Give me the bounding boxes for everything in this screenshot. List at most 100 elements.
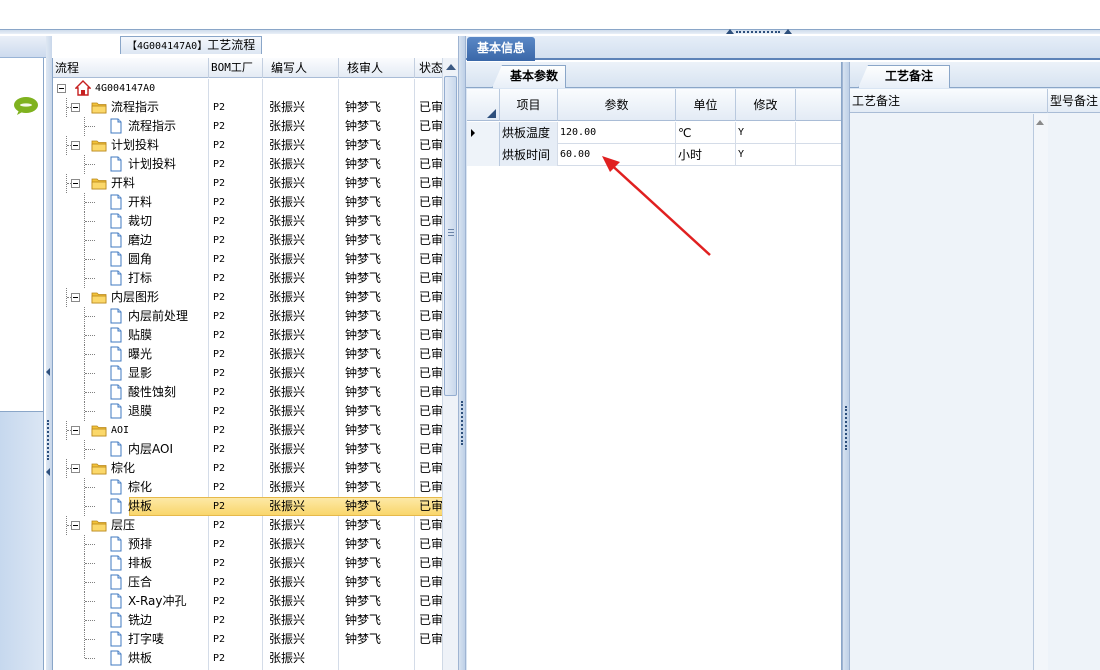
collapse-node-icon[interactable] — [71, 464, 80, 473]
tree-row[interactable]: 流程指示 P2 张振兴 钟梦飞 已审 — [53, 98, 442, 117]
param-modify-cell[interactable]: Y — [736, 122, 796, 144]
tree-row[interactable]: 压合 P2 张振兴 钟梦飞 已审 — [53, 573, 442, 592]
status-cell — [419, 649, 442, 668]
param-value-cell[interactable]: 60.00 — [558, 144, 676, 166]
process-tree-grid: 流程 BOM工厂 编写人 核审人 状态 4G004147A0 流程指示 P2 张振兴钟… — [52, 58, 442, 670]
tree-row[interactable]: 铣边 P2 张振兴 钟梦飞 已审 — [53, 611, 442, 630]
tree-row[interactable]: 层压 P2 张振兴 钟梦飞 已审 — [53, 516, 442, 535]
select-all-corner[interactable] — [467, 89, 500, 121]
middle-splitter[interactable] — [458, 36, 466, 670]
collapse-node-icon[interactable] — [71, 179, 80, 188]
scroll-thumb[interactable] — [444, 76, 457, 396]
param-value-cell[interactable]: 120.00 — [558, 122, 676, 144]
status-cell: 已审 — [419, 347, 442, 361]
collapse-node-icon[interactable] — [71, 426, 80, 435]
remark-scrollbar[interactable] — [1034, 114, 1048, 670]
writer-cell: 张振兴 — [269, 404, 306, 418]
tab-basic-info[interactable]: 基本信息 — [467, 37, 535, 61]
writer-cell: 张振兴 — [269, 575, 306, 589]
tree-row[interactable]: 内层图形 P2 张振兴 钟梦飞 已审 — [53, 288, 442, 307]
column-header-modify[interactable]: 修改 — [736, 89, 796, 121]
remark-grid: 工艺备注 型号备注 — [850, 89, 1100, 670]
tree-row[interactable]: 排板 P2 张振兴 钟梦飞 已审 — [53, 554, 442, 573]
tree-row[interactable]: 预排 P2 张振兴 钟梦飞 已审 — [53, 535, 442, 554]
tree-row[interactable]: 计划投料 P2 张振兴 钟梦飞 已审 — [53, 136, 442, 155]
writer-cell: 张振兴 — [269, 423, 306, 437]
tree-row[interactable]: 开料 P2 张振兴 钟梦飞 已审 — [53, 174, 442, 193]
tab-process-remark[interactable]: 工艺备注 — [858, 65, 950, 88]
current-row-indicator-icon[interactable] — [467, 122, 500, 144]
param-unit-cell[interactable]: 小时 — [676, 144, 736, 166]
status-cell: 已审 — [419, 575, 442, 589]
tree-row[interactable]: 内层前处理 P2 张振兴 钟梦飞 已审 — [53, 307, 442, 326]
writer-cell: 张振兴 — [269, 290, 306, 304]
param-item-cell[interactable]: 烘板温度 — [500, 122, 558, 144]
tree-row[interactable]: 烘板 P2 张振兴 — [53, 649, 442, 668]
column-header-value[interactable]: 参数 — [558, 89, 676, 121]
params-tabbar: 基本参数 — [466, 62, 842, 88]
tree-row[interactable]: 裁切 P2 张振兴 钟梦飞 已审 — [53, 212, 442, 231]
scroll-up-icon[interactable] — [1036, 120, 1044, 125]
grip-icon — [448, 229, 454, 236]
param-modify-cell[interactable]: Y — [736, 144, 796, 166]
status-cell: 已审 — [419, 613, 442, 627]
tree-node-label: 开料 — [111, 176, 136, 190]
param-unit-cell[interactable]: ℃ — [676, 122, 736, 144]
tree-row[interactable]: 打字唛 P2 张振兴 钟梦飞 已审 — [53, 630, 442, 649]
tree-row[interactable]: 内层AOI P2 张振兴 钟梦飞 已审 — [53, 440, 442, 459]
column-header-model-remark[interactable]: 型号备注 — [1048, 89, 1100, 113]
params-row[interactable]: 烘板温度 120.00 ℃ Y — [467, 122, 841, 144]
tree-row[interactable]: 烘板 P2 张振兴 钟梦飞 已审 — [53, 497, 442, 516]
column-header-reviewer[interactable]: 核审人 — [339, 58, 415, 78]
params-row[interactable]: 烘板时间 60.00 小时 Y — [467, 144, 841, 166]
top-area — [0, 0, 1100, 30]
chat-bubble-icon[interactable] — [13, 96, 39, 116]
tree-scrollbar[interactable] — [442, 58, 458, 670]
collapse-up-icon[interactable] — [726, 29, 734, 34]
scroll-up-icon[interactable] — [446, 64, 456, 70]
tree-row[interactable]: 流程指示 P2 张振兴 钟梦飞 已审 — [53, 117, 442, 136]
collapse-node-icon[interactable] — [71, 293, 80, 302]
collapse-node-icon[interactable] — [71, 141, 80, 150]
tree-row[interactable]: AOI P2 张振兴 钟梦飞 已审 — [53, 421, 442, 440]
tree-row[interactable]: 圆角 P2 张振兴 钟梦飞 已审 — [53, 250, 442, 269]
tree-row[interactable]: X-Ray冲孔 P2 张振兴 钟梦飞 已审 — [53, 592, 442, 611]
process-remark-field[interactable] — [850, 114, 1034, 670]
column-header-writer[interactable]: 编写人 — [263, 58, 339, 78]
column-header-process-remark[interactable]: 工艺备注 — [850, 89, 1048, 113]
tree-row[interactable]: 贴膜 P2 张振兴 钟梦飞 已审 — [53, 326, 442, 345]
collapse-up-icon[interactable] — [784, 29, 792, 34]
tree-row[interactable]: 退膜 P2 张振兴 钟梦飞 已审 — [53, 402, 442, 421]
tree-row[interactable]: 开料 P2 张振兴 钟梦飞 已审 — [53, 193, 442, 212]
column-header-flow[interactable]: 流程 — [53, 58, 209, 78]
collapse-node-icon[interactable] — [71, 103, 80, 112]
collapse-node-icon[interactable] — [71, 521, 80, 530]
document-icon — [110, 118, 122, 134]
tree-row[interactable]: 棕化 P2 张振兴 钟梦飞 已审 — [53, 459, 442, 478]
tree-row[interactable]: 打标 P2 张振兴 钟梦飞 已审 — [53, 269, 442, 288]
tree-row[interactable]: 曝光 P2 张振兴 钟梦飞 已审 — [53, 345, 442, 364]
tree-row[interactable]: 磨边 P2 张振兴 钟梦飞 已审 — [53, 231, 442, 250]
param-item-cell[interactable]: 烘板时间 — [500, 144, 558, 166]
model-remark-field[interactable] — [1048, 114, 1100, 670]
column-header-bom[interactable]: BOM工厂 — [209, 58, 263, 78]
row-selector[interactable] — [467, 144, 500, 166]
tree-row[interactable]: 4G004147A0 — [53, 79, 442, 98]
document-icon — [110, 270, 122, 286]
document-icon — [110, 536, 122, 552]
column-header-unit[interactable]: 单位 — [676, 89, 736, 121]
tree-row[interactable]: 酸性蚀刻 P2 张振兴 钟梦飞 已审 — [53, 383, 442, 402]
column-header-status[interactable]: 状态 — [415, 58, 442, 78]
collapse-node-icon[interactable] — [57, 84, 66, 93]
tree-row[interactable]: 计划投料 P2 张振兴 钟梦飞 已审 — [53, 155, 442, 174]
right-splitter[interactable] — [842, 62, 850, 670]
process-tree-tab[interactable]: 【4G004147A0】工艺流程 — [120, 36, 263, 54]
tree-row[interactable]: 棕化 P2 张振兴 钟梦飞 已审 — [53, 478, 442, 497]
document-icon — [110, 308, 122, 324]
collapse-left-icon[interactable] — [46, 468, 50, 476]
collapse-left-icon[interactable] — [46, 368, 50, 376]
tree-node-label: X-Ray冲孔 — [128, 594, 187, 608]
column-header-item[interactable]: 项目 — [500, 89, 558, 121]
tree-row[interactable]: 显影 P2 张振兴 钟梦飞 已审 — [53, 364, 442, 383]
tab-basic-params[interactable]: 基本参数 — [492, 65, 566, 88]
